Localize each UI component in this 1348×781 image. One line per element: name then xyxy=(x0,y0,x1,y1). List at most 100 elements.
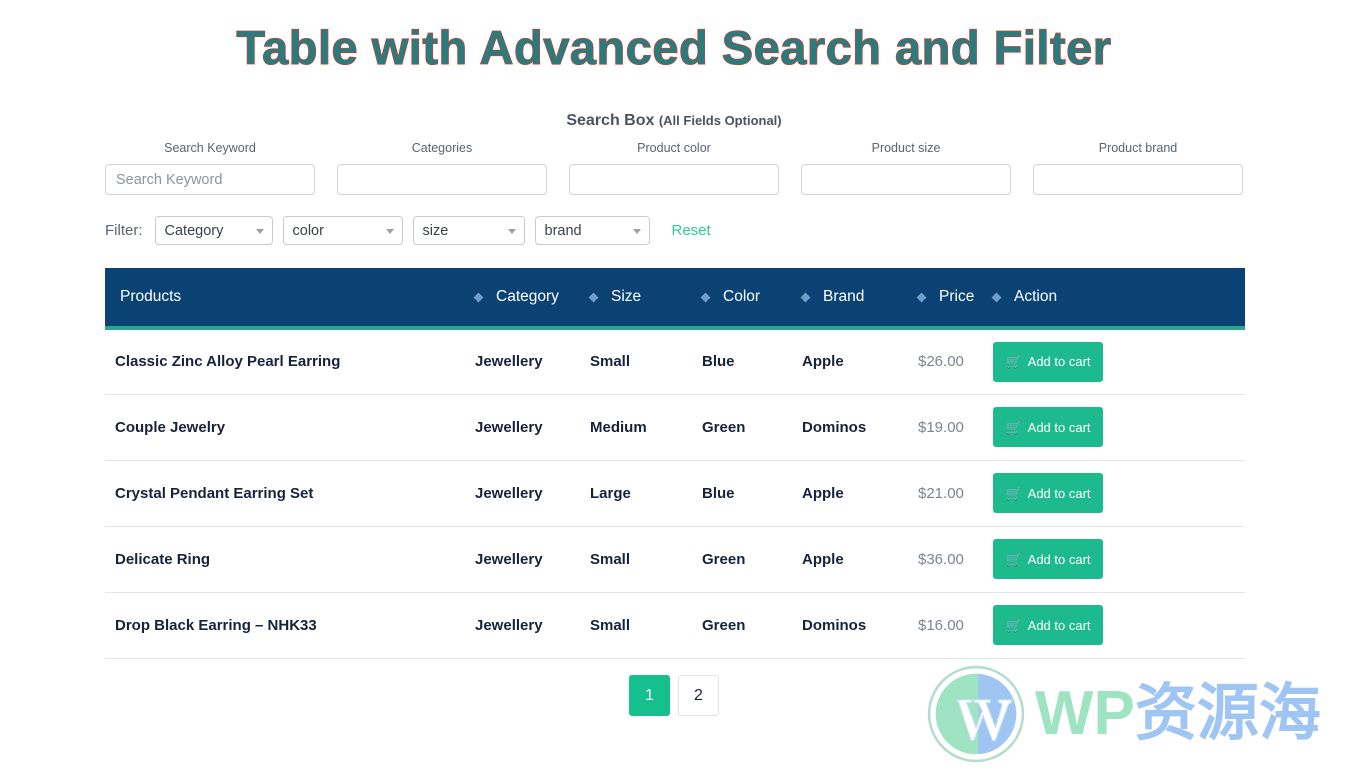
column-header-brand-label: Brand xyxy=(823,288,865,305)
products-table-head: Products Category Size Color Brand Price… xyxy=(105,268,1245,328)
add-to-cart-button[interactable]: 🛒 Add to cart xyxy=(993,407,1103,447)
shopping-cart-icon: 🛒 xyxy=(1005,419,1022,435)
cell-color: Green xyxy=(702,592,802,659)
cell-color: Green xyxy=(702,526,802,593)
cell-category: Jewellery xyxy=(475,394,590,461)
filter-label: Filter: xyxy=(105,222,143,239)
add-to-cart-label: Add to cart xyxy=(1027,617,1091,633)
search-field-product-color-label: Product color xyxy=(637,141,711,155)
pagination-page-1[interactable]: 1 xyxy=(629,675,670,716)
search-field-product-color: Product color xyxy=(569,140,779,195)
products-table: Products Category Size Color Brand Price… xyxy=(105,268,1245,659)
cell-brand: Apple xyxy=(802,460,918,527)
search-field-product-size: Product size xyxy=(801,140,1011,195)
column-header-color[interactable]: Color xyxy=(700,268,802,328)
filter-category-wrap: Category xyxy=(154,216,273,245)
column-header-brand[interactable]: Brand xyxy=(800,268,918,328)
shopping-cart-icon: 🛒 xyxy=(1005,354,1022,370)
filter-row: Filter: Category color size brand Reset xyxy=(105,216,711,245)
cell-action: 🛒 Add to cart xyxy=(993,328,1245,395)
column-header-price[interactable]: Price xyxy=(916,268,993,328)
add-to-cart-label: Add to cart xyxy=(1027,485,1091,501)
column-header-color-label: Color xyxy=(723,288,761,305)
filter-color-select[interactable]: color xyxy=(282,216,403,245)
cell-price: $19.00 xyxy=(918,394,993,461)
search-field-keyword: Search Keyword xyxy=(105,140,315,195)
search-product-color-input[interactable] xyxy=(569,164,779,195)
add-to-cart-button[interactable]: 🛒 Add to cart xyxy=(993,341,1103,382)
filter-category-select[interactable]: Category xyxy=(154,216,273,245)
cell-action: 🛒 Add to cart xyxy=(993,394,1245,461)
shopping-cart-icon: 🛒 xyxy=(1005,551,1022,567)
cell-brand: Dominos xyxy=(802,394,918,461)
cell-category: Jewellery xyxy=(475,526,590,593)
filter-brand-select[interactable]: brand xyxy=(534,216,650,245)
column-header-category[interactable]: Category xyxy=(473,268,590,328)
cell-size: Medium xyxy=(590,394,702,461)
cell-category: Jewellery xyxy=(475,328,590,395)
column-header-size-label: Size xyxy=(611,288,642,305)
cell-color: Blue xyxy=(702,328,802,395)
cell-brand: Apple xyxy=(802,526,918,593)
add-to-cart-button[interactable]: 🛒 Add to cart xyxy=(993,605,1103,645)
table-row: Drop Black Earring – NHK33 Jewellery Sma… xyxy=(105,592,1245,659)
search-fields-row: Search Keyword Categories Product color … xyxy=(105,140,1243,195)
sort-indicator-icon xyxy=(991,292,1002,302)
search-product-brand-input[interactable] xyxy=(1033,164,1243,195)
search-field-product-size-label: Product size xyxy=(871,141,941,155)
add-to-cart-button[interactable]: 🛒 Add to cart xyxy=(993,539,1103,579)
cell-category: Jewellery xyxy=(475,592,590,659)
products-table-container: Products Category Size Color Brand Price… xyxy=(105,268,1245,659)
sort-indicator-icon xyxy=(916,292,927,302)
search-field-categories: Categories xyxy=(337,140,547,195)
search-box-heading-main: Search Box xyxy=(566,112,659,129)
table-row: Crystal Pendant Earring Set Jewellery La… xyxy=(105,460,1245,527)
cell-color: Green xyxy=(702,394,802,461)
filter-size-select[interactable]: size xyxy=(412,216,525,245)
shopping-cart-icon: 🛒 xyxy=(1005,485,1022,501)
cell-price: $16.00 xyxy=(918,592,993,659)
sort-indicator-icon xyxy=(700,292,711,302)
pagination: 1 2 xyxy=(0,675,1348,716)
sort-indicator-icon xyxy=(473,292,484,302)
shopping-cart-icon: 🛒 xyxy=(1005,617,1022,633)
cell-action: 🛒 Add to cart xyxy=(993,526,1245,593)
page-title: Table with Advanced Search and Filter xyxy=(236,20,1112,74)
search-box-heading: Search Box (All Fields Optional) xyxy=(0,112,1348,130)
cell-action: 🛒 Add to cart xyxy=(993,592,1245,659)
cell-category: Jewellery xyxy=(475,460,590,527)
products-table-body: Classic Zinc Alloy Pearl Earring Jewelle… xyxy=(105,328,1245,659)
cell-price: $26.00 xyxy=(918,328,993,395)
page-root: Table with Advanced Search and Filter Se… xyxy=(0,0,1348,781)
pagination-page-2[interactable]: 2 xyxy=(678,675,719,716)
cell-product-name: Classic Zinc Alloy Pearl Earring xyxy=(105,328,475,395)
add-to-cart-label: Add to cart xyxy=(1027,354,1091,370)
search-keyword-input[interactable] xyxy=(105,164,315,195)
search-field-product-brand-label: Product brand xyxy=(1098,141,1178,155)
cell-action: 🛒 Add to cart xyxy=(993,460,1245,527)
column-header-action: Action xyxy=(991,268,1245,328)
cell-product-name: Drop Black Earring – NHK33 xyxy=(105,592,475,659)
table-row: Classic Zinc Alloy Pearl Earring Jewelle… xyxy=(105,328,1245,395)
table-row: Couple Jewelry Jewellery Medium Green Do… xyxy=(105,394,1245,461)
cell-size: Small xyxy=(590,526,702,593)
add-to-cart-button[interactable]: 🛒 Add to cart xyxy=(993,473,1103,513)
reset-filters-link[interactable]: Reset xyxy=(672,222,711,239)
column-header-category-label: Category xyxy=(496,288,559,305)
search-field-product-brand: Product brand xyxy=(1033,140,1243,195)
column-header-size[interactable]: Size xyxy=(588,268,702,328)
cell-product-name: Delicate Ring xyxy=(105,526,475,593)
search-product-size-input[interactable] xyxy=(801,164,1011,195)
add-to-cart-label: Add to cart xyxy=(1027,419,1091,435)
search-field-categories-label: Categories xyxy=(411,141,473,155)
cell-price: $36.00 xyxy=(918,526,993,593)
filter-size-wrap: size xyxy=(412,216,525,245)
table-row: Delicate Ring Jewellery Small Green Appl… xyxy=(105,526,1245,593)
sort-indicator-icon xyxy=(588,292,599,302)
search-field-keyword-label: Search Keyword xyxy=(164,141,256,155)
column-header-products[interactable]: Products xyxy=(105,268,475,328)
cell-size: Large xyxy=(590,460,702,527)
search-categories-input[interactable] xyxy=(337,164,547,195)
cell-product-name: Couple Jewelry xyxy=(105,394,475,461)
cell-price: $21.00 xyxy=(918,460,993,527)
